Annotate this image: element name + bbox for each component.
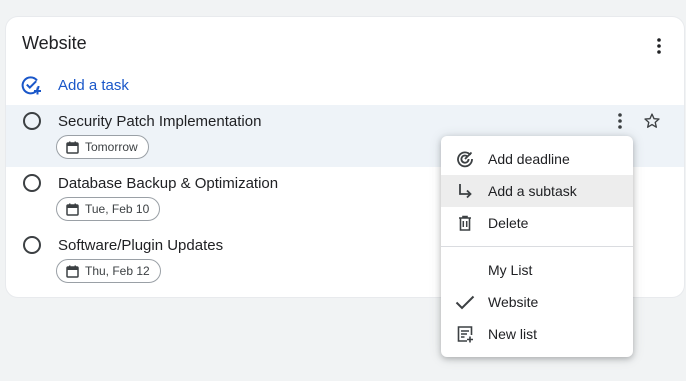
menu-item-add-subtask[interactable]: Add a subtask: [441, 175, 633, 207]
menu-divider: [441, 246, 633, 247]
complete-task-radio[interactable]: [23, 112, 41, 130]
trash-icon: [455, 213, 475, 233]
more-vert-icon: [657, 38, 661, 54]
task-title[interactable]: Security Patch Implementation: [58, 113, 261, 130]
menu-item-label: Delete: [488, 215, 529, 231]
star-task-button[interactable]: [640, 109, 664, 133]
add-task-icon: [21, 76, 41, 95]
calendar-icon: [66, 203, 79, 216]
complete-task-radio[interactable]: [23, 174, 41, 192]
menu-item-new-list[interactable]: New list: [441, 318, 633, 350]
due-date-chip[interactable]: Thu, Feb 12: [56, 259, 161, 283]
new-list-icon: [455, 324, 475, 344]
star-outline-icon: [644, 113, 660, 128]
more-vert-icon: [618, 113, 622, 129]
due-date-label: Thu, Feb 12: [85, 264, 150, 278]
calendar-icon: [66, 141, 79, 154]
due-date-label: Tue, Feb 10: [85, 202, 150, 216]
menu-item-label: Add a subtask: [488, 183, 577, 199]
list-title: Website: [22, 33, 87, 53]
task-context-menu: Add deadline Add a subtask Delete My Lis…: [441, 136, 633, 357]
menu-item-label: My List: [488, 262, 533, 278]
complete-task-radio[interactable]: [23, 236, 41, 254]
calendar-icon: [66, 265, 79, 278]
menu-item-list-website[interactable]: Website: [441, 286, 633, 318]
add-task-label: Add a task: [58, 76, 129, 94]
task-title[interactable]: Database Backup & Optimization: [58, 175, 278, 192]
add-task-button[interactable]: Add a task: [20, 73, 129, 97]
menu-item-label: New list: [488, 326, 538, 342]
menu-item-label: Add deadline: [488, 151, 570, 167]
menu-item-add-deadline[interactable]: Add deadline: [441, 143, 633, 175]
due-date-chip[interactable]: Tue, Feb 10: [56, 197, 161, 221]
deadline-icon: [455, 149, 475, 169]
menu-item-label: Website: [488, 294, 539, 310]
menu-item-list-my-list[interactable]: My List: [441, 254, 633, 286]
due-date-chip[interactable]: Tomorrow: [56, 135, 149, 159]
subtask-arrow-icon: [455, 181, 475, 201]
menu-item-delete[interactable]: Delete: [441, 207, 633, 239]
list-more-options-button[interactable]: [647, 34, 671, 58]
task-title[interactable]: Software/Plugin Updates: [58, 237, 223, 254]
check-icon: [455, 292, 475, 312]
due-date-label: Tomorrow: [85, 140, 138, 154]
task-more-options-button[interactable]: [608, 109, 632, 133]
